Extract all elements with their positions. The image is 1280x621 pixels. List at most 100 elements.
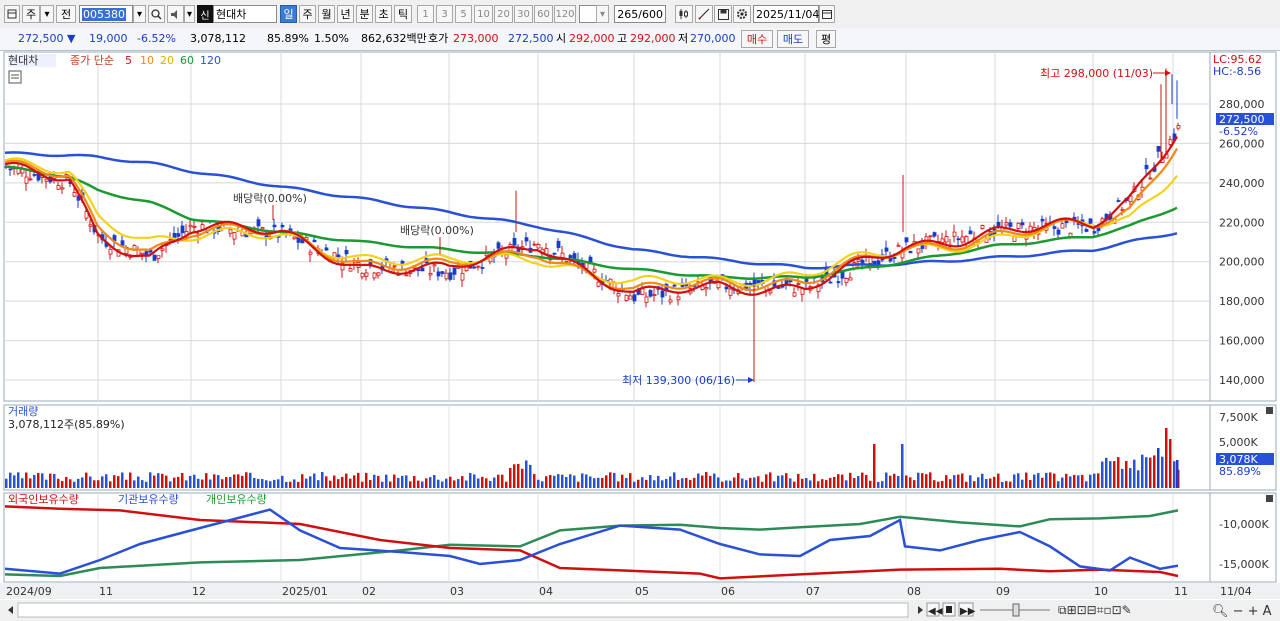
volume-bar — [457, 479, 460, 488]
window-menu-icon[interactable] — [4, 5, 20, 23]
candle-body — [32, 174, 37, 176]
drawing-tool-icon[interactable] — [695, 5, 713, 23]
interval-1-button[interactable]: 1 — [417, 5, 434, 23]
x-axis-label: 12 — [192, 585, 206, 598]
stock-code-input[interactable]: 005380 — [79, 5, 133, 23]
volume-bar — [953, 475, 956, 488]
candle-body — [776, 287, 781, 289]
volume-bar — [1081, 474, 1084, 488]
period-minute-button[interactable]: 분 — [356, 5, 373, 23]
code-dropdown-icon[interactable]: ▾ — [133, 5, 146, 23]
chart-area[interactable]: 현대차 종가 단순 5 10 20 60 120 LC:95.62 HC:-8.… — [0, 50, 1280, 621]
volume-bar — [1109, 461, 1112, 488]
stop-icon — [946, 606, 952, 613]
volume-panel-close-icon[interactable] — [1266, 407, 1273, 414]
mode2-select[interactable]: 전 — [56, 5, 76, 23]
volume-bar — [269, 481, 272, 488]
volume-bar — [313, 473, 316, 488]
volume-bar — [713, 473, 716, 488]
chart-type-icon[interactable] — [675, 5, 693, 23]
speaker-icon[interactable] — [167, 5, 184, 23]
sell-button[interactable]: 매도 — [777, 30, 809, 48]
interval-30-button[interactable]: 30 — [514, 5, 533, 23]
volume-bar — [889, 475, 892, 488]
period-day-button[interactable]: 일 — [280, 5, 297, 23]
period-tick-button[interactable]: 틱 — [394, 5, 412, 23]
search-icon[interactable] — [148, 5, 165, 23]
volume-bar — [445, 478, 448, 488]
volume-bar — [301, 474, 304, 488]
volume-bar — [109, 481, 112, 488]
save-icon[interactable] — [714, 5, 732, 23]
buy-button[interactable]: 매수 — [741, 30, 773, 48]
volume-bar — [361, 481, 364, 488]
volume-bar — [217, 475, 220, 488]
interval-3-button[interactable]: 3 — [436, 5, 453, 23]
calendar-icon[interactable] — [819, 5, 835, 23]
settings-gear-icon[interactable] — [733, 5, 751, 23]
bar-count-field[interactable]: 265/600 — [614, 5, 666, 23]
candle-body — [228, 229, 233, 234]
volume-bar — [25, 472, 28, 488]
holding-panel-close-icon[interactable] — [1266, 495, 1273, 502]
volume-bar — [205, 473, 208, 488]
volume-bar — [121, 472, 124, 488]
volume-bar — [453, 480, 456, 488]
table-toggle-icon[interactable] — [8, 70, 22, 84]
volume-bar — [669, 476, 672, 488]
volume-bar — [757, 476, 760, 488]
candle-body — [372, 272, 377, 279]
candle-body — [8, 168, 13, 171]
interval-10-button[interactable]: 10 — [474, 5, 493, 23]
volume-bar — [169, 481, 172, 488]
period-month-button[interactable]: 월 — [318, 5, 335, 23]
scroll-track[interactable] — [17, 602, 909, 618]
volume-bar — [649, 474, 652, 488]
volume-bar — [1033, 474, 1036, 488]
candle-body — [364, 272, 369, 277]
zoom-slider-handle[interactable] — [1012, 603, 1020, 617]
zoom-icons[interactable]: 🔍︎ − + A — [1212, 604, 1272, 619]
volume-bar — [113, 475, 116, 488]
trade-volume: 3,078,112 — [190, 32, 246, 45]
mode-select[interactable]: 주 — [22, 5, 40, 23]
volume-bar — [637, 479, 640, 488]
high-annotation: 최고 298,000 (11/03) — [1040, 67, 1153, 80]
trade-amount: 862,632백만 — [361, 32, 427, 45]
volume-bar — [485, 478, 488, 488]
volume-bar — [1057, 481, 1060, 488]
interval-120-button[interactable]: 120 — [554, 5, 576, 23]
date-field[interactable]: 2025/11/04 — [753, 5, 819, 23]
eval-button[interactable]: 평 — [816, 30, 836, 48]
period-week-button[interactable]: 주 — [299, 5, 316, 23]
interval-20-button[interactable]: 20 — [494, 5, 513, 23]
interval-dropdown-icon[interactable]: ▾ — [596, 5, 609, 23]
volume-bar — [1125, 461, 1128, 488]
period-second-button[interactable]: 초 — [375, 5, 392, 23]
mode-dropdown-icon[interactable]: ▾ — [40, 5, 54, 23]
ask-price: 272,500 — [508, 32, 554, 45]
volume-bar — [1141, 454, 1144, 488]
volume-bar — [689, 479, 692, 488]
volume-bar — [1137, 470, 1140, 488]
interval-20-label: 20 — [497, 8, 510, 20]
volume-bar — [385, 474, 388, 488]
stock-name-field[interactable]: 현대차 — [213, 5, 277, 23]
volume-bar — [81, 477, 84, 488]
interval-5-button[interactable]: 5 — [455, 5, 472, 23]
speaker-dropdown-icon[interactable]: ▾ — [184, 5, 195, 23]
volume-bar — [717, 477, 720, 488]
volume-bar — [641, 477, 644, 488]
interval-60-button[interactable]: 60 — [534, 5, 553, 23]
volume-bar — [29, 478, 32, 488]
volume-bar — [1117, 457, 1120, 488]
candle-body — [1144, 164, 1149, 170]
volume-bar — [513, 464, 516, 488]
bottom-tool-icons[interactable]: ⧉⊞⊡⊟⌗▫⊡✎ — [1058, 603, 1132, 617]
candle-body — [856, 259, 861, 262]
candle-body — [1020, 222, 1025, 226]
period-year-button[interactable]: 년 — [337, 5, 354, 23]
volume-bar — [801, 478, 804, 488]
candle-body — [1052, 226, 1057, 229]
candle-body — [480, 267, 485, 269]
